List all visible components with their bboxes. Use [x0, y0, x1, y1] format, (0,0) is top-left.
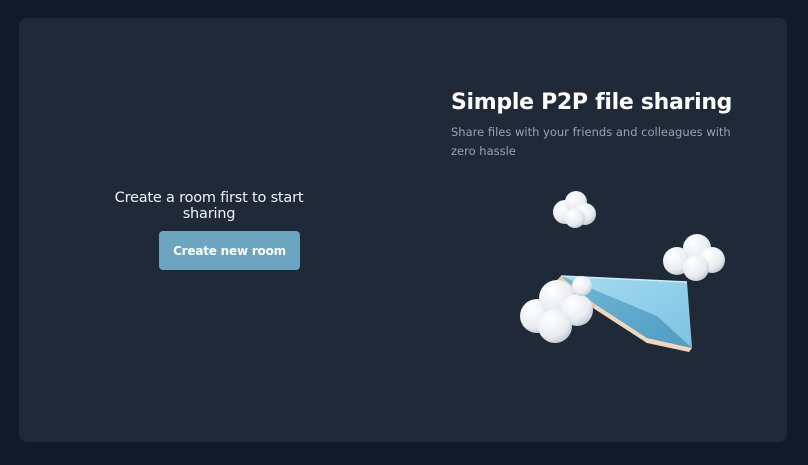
page-title: Simple P2P file sharing [451, 90, 733, 115]
right-cloud-icon [663, 234, 725, 281]
create-new-room-button[interactable]: Create new room [159, 231, 300, 270]
small-cloud-icon [553, 191, 596, 228]
create-room-prompt: Create a room first to start sharing [114, 190, 304, 222]
left-cloud-icon [520, 276, 593, 343]
paper-plane-illustration [520, 191, 725, 352]
page-subtitle: Share files with your friends and collea… [451, 125, 731, 158]
main-card: Create a room first to start sharing Cre… [19, 18, 787, 442]
